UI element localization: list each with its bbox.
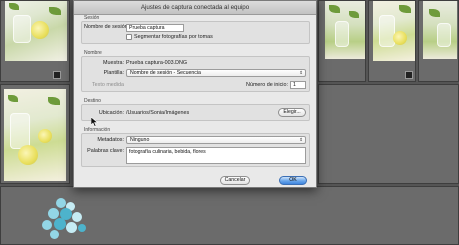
leaf-shape bbox=[329, 5, 340, 13]
metadata-select[interactable]: Ninguno ⇕ bbox=[126, 136, 306, 144]
thumbnail-photo[interactable] bbox=[325, 1, 365, 59]
session-name-input[interactable]: Prueba captura bbox=[126, 24, 184, 32]
session-name-label: Nombre de sesión: bbox=[84, 24, 130, 30]
keywords-textarea[interactable]: fotografía culinaria, bebida, flores bbox=[126, 147, 306, 164]
thumbnail-photo[interactable] bbox=[373, 1, 415, 61]
grid-cell[interactable] bbox=[0, 84, 70, 184]
session-group: Nombre de sesión: Prueba captura Segment… bbox=[81, 21, 310, 44]
naming-group: Muestra: Prueba captura-003.DNG Plantill… bbox=[81, 56, 310, 92]
start-number-label: Número de inicio: bbox=[246, 82, 288, 88]
select-arrows-icon: ⇕ bbox=[299, 137, 303, 142]
thumbnail-photo[interactable] bbox=[5, 1, 67, 61]
custom-text-label: Texto medida bbox=[91, 82, 124, 88]
logo-petal bbox=[78, 224, 86, 232]
glass-shape bbox=[10, 113, 30, 149]
ok-button[interactable]: OK bbox=[279, 176, 307, 185]
mouse-cursor-icon bbox=[91, 117, 99, 127]
glass-shape bbox=[379, 15, 395, 47]
grid-cell[interactable] bbox=[318, 84, 459, 184]
metadata-label: Metadatos: bbox=[97, 137, 124, 143]
template-label: Plantilla: bbox=[103, 70, 124, 76]
logo-petal bbox=[42, 220, 52, 230]
logo-petal bbox=[72, 212, 82, 222]
select-arrows-icon: ⇕ bbox=[299, 70, 303, 75]
glass-shape bbox=[13, 15, 31, 43]
keywords-label: Palabras clave: bbox=[87, 148, 124, 154]
information-group: Metadatos: Ninguno ⇕ Palabras clave: fot… bbox=[81, 133, 310, 167]
logo-petal bbox=[66, 222, 77, 233]
cancel-button[interactable]: Cancelar bbox=[220, 176, 250, 185]
segment-by-shots-label[interactable]: Segmentar fotografías por tomas bbox=[134, 34, 213, 40]
grid-cell[interactable] bbox=[318, 0, 366, 82]
location-label: Ubicación: bbox=[98, 110, 124, 116]
leaf-shape bbox=[8, 95, 18, 102]
segment-by-shots-checkbox[interactable] bbox=[126, 34, 132, 40]
tethered-capture-settings-dialog: Ajustes de captura conectada al equipo S… bbox=[73, 0, 317, 188]
leaf-shape bbox=[429, 9, 440, 17]
glass-shape bbox=[335, 21, 349, 47]
leaf-shape bbox=[48, 97, 60, 105]
logo-petal bbox=[50, 230, 59, 239]
dialog-title: Ajustes de captura conectada al equipo bbox=[74, 1, 316, 15]
choose-location-button[interactable]: Elegir... bbox=[278, 108, 306, 117]
logo-petal bbox=[54, 218, 66, 230]
leaf-shape bbox=[399, 5, 411, 13]
thumbnail-photo[interactable] bbox=[423, 1, 457, 59]
template-select-value: Nombre de sesión - Secuencia bbox=[130, 70, 201, 76]
grid-cell[interactable] bbox=[368, 0, 416, 82]
thumbnail-photo[interactable] bbox=[4, 89, 66, 181]
destination-group: Ubicación: /Usuarios/Sonia/Imágenes Eleg… bbox=[81, 104, 310, 121]
sample-value: Prueba captura-003.DNG bbox=[126, 60, 188, 66]
grid-cell[interactable] bbox=[0, 0, 70, 82]
location-value: /Usuarios/Sonia/Imágenes bbox=[126, 110, 190, 116]
thumbnail-badge-icon bbox=[53, 71, 61, 79]
lemon-shape bbox=[38, 129, 52, 143]
thumbnail-badge-icon bbox=[405, 71, 413, 79]
lemon-shape bbox=[18, 145, 38, 165]
glass-shape bbox=[437, 23, 451, 47]
start-number-input[interactable]: 1 bbox=[290, 81, 306, 89]
leaf-shape bbox=[9, 3, 19, 10]
flower-logo-icon bbox=[40, 196, 94, 242]
metadata-select-value: Ninguno bbox=[130, 137, 150, 143]
logo-petal bbox=[56, 198, 66, 208]
leaf-shape bbox=[349, 11, 359, 18]
sample-label: Muestra: bbox=[103, 60, 124, 66]
lemon-shape bbox=[393, 31, 407, 45]
lemon-shape bbox=[31, 21, 49, 39]
template-select[interactable]: Nombre de sesión - Secuencia ⇕ bbox=[126, 69, 306, 77]
grid-cell[interactable] bbox=[418, 0, 459, 82]
leaf-shape bbox=[49, 7, 61, 15]
